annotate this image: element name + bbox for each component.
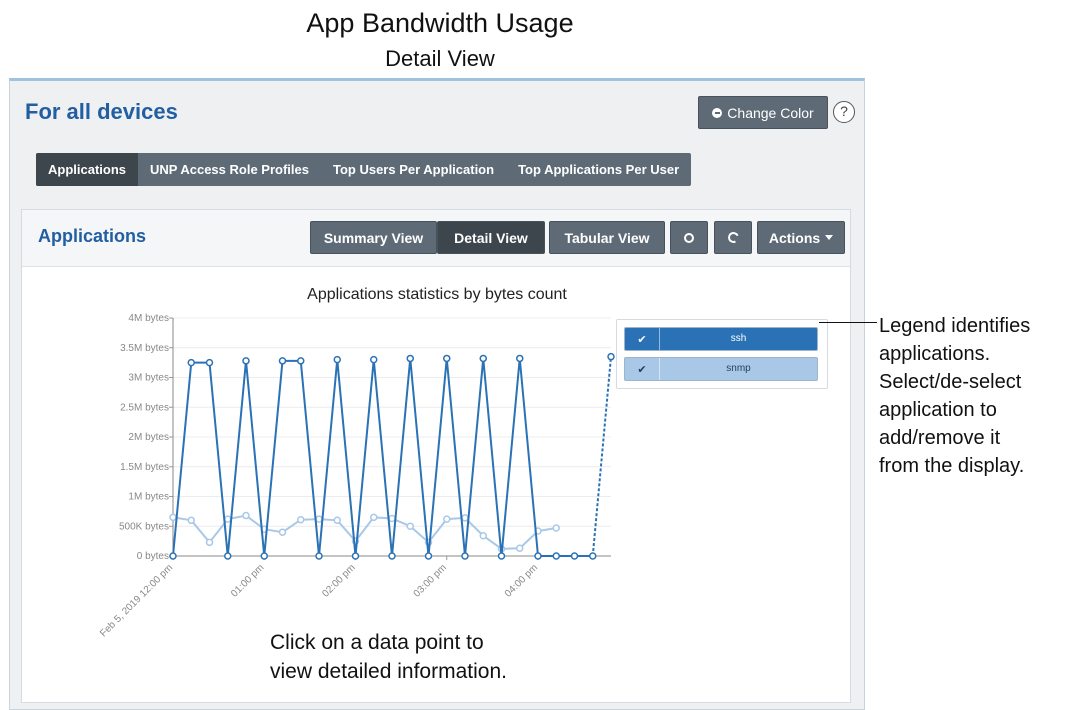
y-tick-label: 1M bytes — [128, 492, 169, 503]
data-point-ssh — [224, 552, 232, 560]
data-point-ssh — [497, 552, 506, 560]
data-point-ssh — [278, 357, 287, 365]
data-point-ssh — [205, 358, 214, 367]
data-point-snmp — [205, 538, 214, 547]
tab-unp-access-role-profiles[interactable]: UNP Access Role Profiles — [138, 153, 321, 186]
data-point-snmp — [169, 513, 177, 522]
y-tick-label: 3.5M bytes — [120, 343, 169, 354]
y-tick-label: 500K bytes — [119, 521, 169, 532]
data-point-ssh — [351, 552, 360, 560]
data-point-snmp — [297, 515, 305, 524]
data-point-ssh — [297, 357, 305, 365]
chart-legend: ✔ ssh ✔ snmp — [616, 319, 828, 389]
callout-line-text: Select/de-select — [879, 371, 1022, 393]
legend-label-ssh: ssh — [730, 333, 747, 344]
tab-top-users-per-application[interactable]: Top Users Per Application — [321, 153, 506, 186]
callout-line — [819, 322, 877, 323]
data-point-ssh — [370, 355, 378, 364]
tab-top-applications-per-user[interactable]: Top Applications Per User — [506, 153, 691, 186]
data-point-snmp — [516, 544, 524, 553]
x-tick-label: 02:00 pm — [320, 562, 357, 599]
change-color-button[interactable]: Change Color — [698, 96, 828, 129]
data-point-ssh — [260, 552, 268, 560]
y-tick-label: 0 bytes — [137, 551, 169, 562]
y-tick-label: 2M bytes — [128, 432, 169, 443]
data-point-ssh — [443, 354, 451, 363]
x-tick-label: 04:00 pm — [503, 562, 540, 599]
figure-subtitle: Detail View — [385, 46, 495, 71]
data-point-ssh — [534, 552, 542, 560]
y-tick-label: 4M bytes — [128, 313, 169, 324]
data-point-ssh — [333, 355, 341, 364]
callout-line-text: Legend identifies — [879, 315, 1031, 337]
data-point-snmp — [333, 516, 341, 525]
data-point-ssh — [406, 354, 414, 363]
change-color-label: Change Color — [727, 104, 814, 121]
legend-callout: Legend identifies applications. Select/d… — [879, 312, 1064, 480]
applications-card: Applications Summary View Detail View Ta… — [21, 209, 851, 703]
help-icon[interactable]: ? — [833, 101, 855, 123]
callout-line-text: from the display. — [879, 455, 1025, 477]
data-point-ssh — [461, 552, 469, 560]
chart-instruction-line: Click on a data point to — [270, 631, 484, 654]
data-point-snmp — [315, 515, 323, 523]
checkmark-icon: ✔ — [625, 358, 660, 380]
data-point-ssh — [315, 552, 323, 560]
legend-label-snmp: snmp — [726, 363, 751, 374]
data-point-ssh — [242, 357, 250, 365]
devices-panel: For all devices Change Color ? Applicati… — [9, 78, 865, 710]
data-point-ssh — [570, 552, 579, 560]
data-point-snmp — [406, 522, 414, 530]
data-point-snmp — [443, 515, 451, 523]
x-tick-label: Feb 5, 2019 12:00 pm — [98, 562, 175, 639]
data-point-ssh — [169, 552, 177, 560]
data-point-snmp — [370, 513, 378, 522]
x-tick-label: 03:00 pm — [412, 562, 449, 599]
chart-instruction: Click on a data point to view detailed i… — [270, 628, 507, 686]
page-title: For all devices — [25, 99, 178, 124]
data-point-snmp — [388, 514, 396, 523]
checkmark-icon: ✔ — [625, 328, 660, 350]
legend-item-snmp[interactable]: ✔ snmp — [624, 357, 818, 381]
tab-bar: Applications UNP Access Role Profiles To… — [36, 153, 692, 186]
data-point-ssh — [388, 552, 396, 560]
figure-title: App Bandwidth Usage — [306, 8, 574, 38]
data-point-snmp — [479, 532, 487, 540]
data-point-snmp — [552, 524, 560, 532]
callout-line-text: add/remove it — [879, 427, 1001, 449]
data-point-ssh — [589, 552, 597, 560]
tab-applications[interactable]: Applications — [36, 153, 139, 186]
data-point-ssh — [424, 552, 433, 560]
chart-instruction-line: view detailed information. — [270, 660, 507, 683]
data-point-snmp — [242, 511, 250, 520]
legend-item-ssh[interactable]: ✔ ssh — [624, 327, 818, 351]
data-point-snmp — [278, 528, 287, 536]
callout-line-text: application to — [879, 399, 997, 421]
x-tick-label: 01:00 pm — [229, 562, 266, 599]
data-point-snmp — [224, 515, 232, 523]
data-point-snmp — [461, 514, 469, 522]
data-point-ssh — [552, 552, 560, 560]
y-tick-label: 1.5M bytes — [120, 462, 169, 473]
data-point-ssh — [187, 358, 195, 367]
data-point-ssh — [516, 354, 524, 363]
y-tick-label: 3M bytes — [128, 373, 169, 384]
callout-line-text: applications. — [879, 343, 991, 365]
data-point-ssh — [607, 352, 615, 361]
circle-plus-icon — [712, 107, 723, 118]
data-point-ssh — [479, 354, 487, 363]
y-tick-label: 2.5M bytes — [120, 402, 169, 413]
data-point-snmp — [187, 516, 195, 525]
